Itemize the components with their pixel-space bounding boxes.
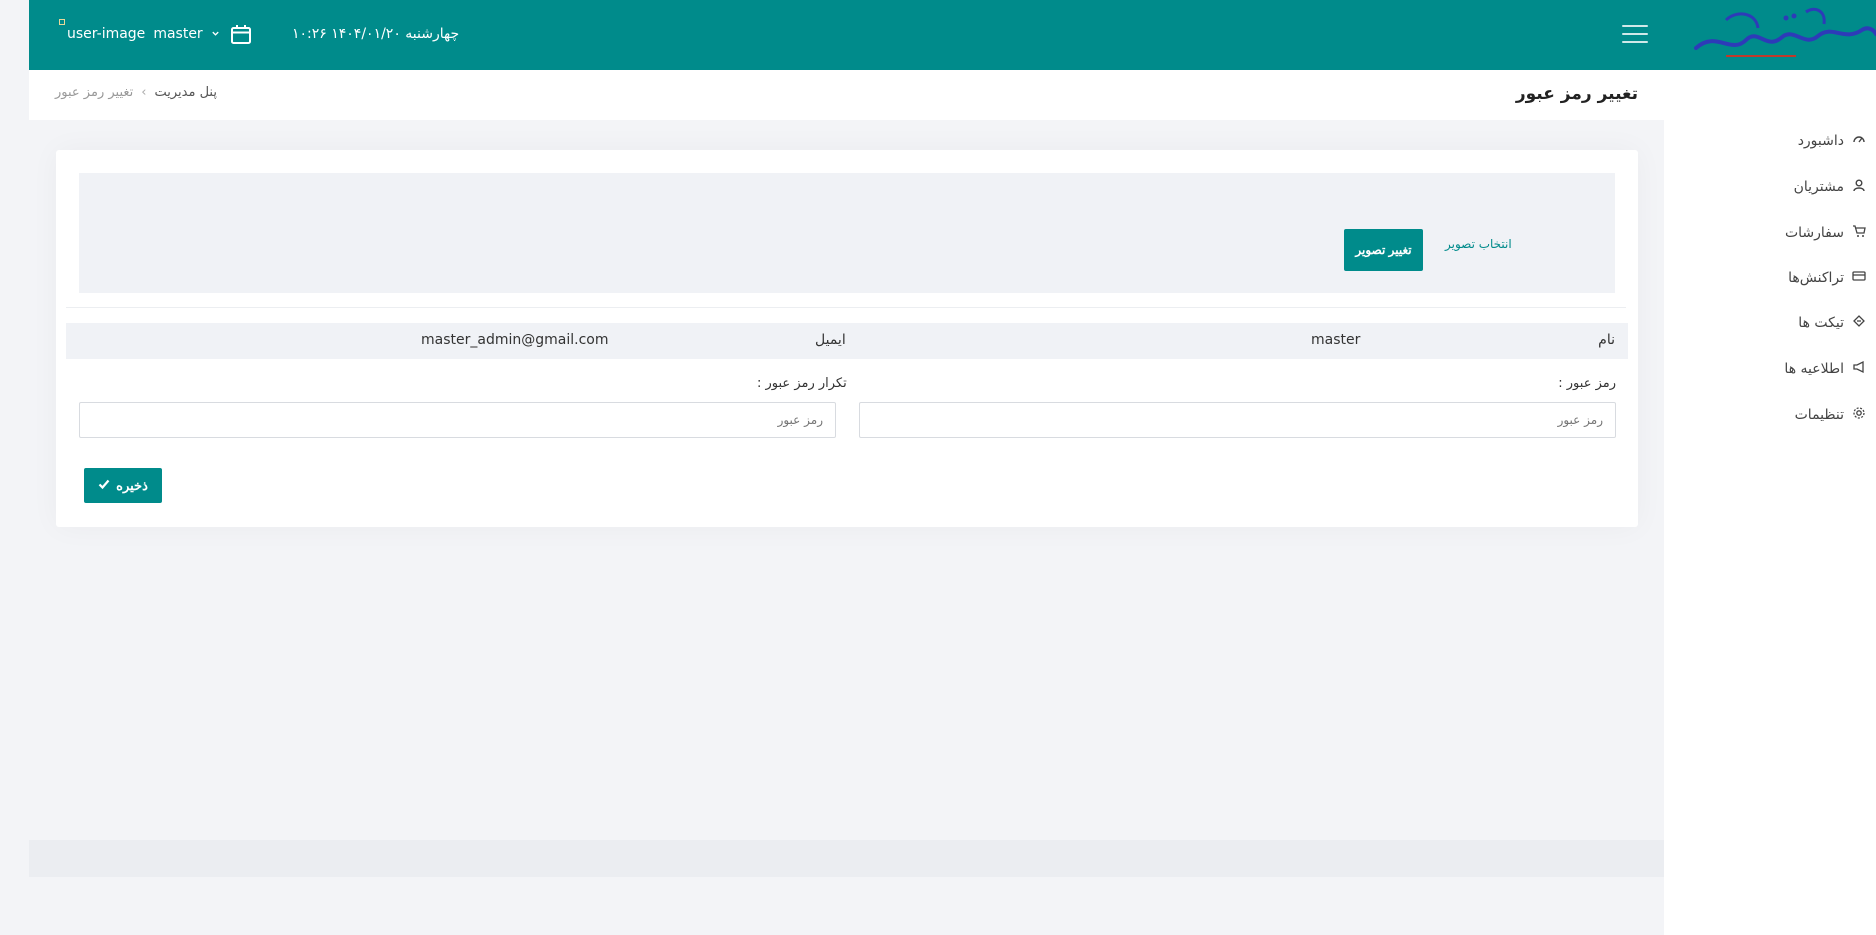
sidebar-item-announcements[interactable]: اطلاعیه ها	[1784, 360, 1866, 378]
sidebar-item-transactions[interactable]: تراکنش‌ها	[1788, 269, 1866, 287]
name-value: master	[1311, 332, 1361, 348]
chevron-down-icon	[211, 28, 220, 41]
breadcrumb-separator: ›	[141, 85, 147, 100]
sidebar-item-orders[interactable]: سفارشات	[1785, 224, 1866, 242]
sidebar-item-label: تراکنش‌ها	[1788, 270, 1844, 286]
email-value: master_admin@gmail.com	[421, 332, 609, 348]
user-icon	[1852, 178, 1866, 196]
user-image: user-image	[67, 26, 146, 42]
select-image-link[interactable]: انتخاب تصویر	[1445, 237, 1512, 251]
user-name: master	[153, 26, 203, 42]
cart-icon	[1852, 224, 1866, 242]
confirm-password-label: تکرار رمز عبور :	[757, 376, 847, 391]
top-bar: user-image master چهارشنبه ۱۴۰۴/۰۱/۲۰ ۱۰…	[29, 0, 1876, 70]
brand-logo	[1686, 0, 1876, 70]
password-label: رمز عبور :	[1558, 376, 1616, 391]
sidebar-item-settings[interactable]: تنظیمات	[1795, 406, 1866, 424]
sidebar-item-tickets[interactable]: تیکت ها	[1798, 314, 1866, 332]
confirm-password-input[interactable]	[79, 402, 836, 438]
breadcrumb: پنل مدیریت › تغییر رمز عبور	[55, 85, 217, 100]
broken-image-icon	[59, 10, 65, 25]
footer	[29, 840, 1664, 877]
current-datetime: چهارشنبه ۱۴۰۴/۰۱/۲۰ ۱۰:۲۶	[292, 26, 460, 42]
user-info-row: نام master ایمیل master_admin@gmail.com	[66, 323, 1628, 359]
check-icon	[98, 478, 110, 493]
page-header: پنل مدیریت › تغییر رمز عبور تغییر رمز عب…	[29, 70, 1664, 120]
sidebar-item-label: داشبورد	[1797, 133, 1844, 149]
sidebar-item-label: تیکت ها	[1798, 315, 1844, 331]
megaphone-icon	[1852, 360, 1866, 378]
email-label: ایمیل	[815, 332, 846, 348]
breadcrumb-root-link[interactable]: پنل مدیریت	[154, 85, 216, 100]
sidebar: داشبورد مشتریان سفارشات تراکنش‌ها تیکت ه…	[1664, 70, 1876, 935]
sidebar-item-label: مشتریان	[1793, 179, 1844, 195]
menu-toggle-icon[interactable]	[1622, 25, 1648, 45]
gear-icon	[1852, 406, 1866, 424]
save-button[interactable]: ذخیره	[84, 468, 162, 503]
name-label: نام	[1598, 332, 1615, 348]
password-input[interactable]	[859, 402, 1616, 438]
ticket-icon	[1852, 314, 1866, 332]
credit-card-icon	[1852, 269, 1866, 287]
sidebar-item-dashboard[interactable]: داشبورد	[1798, 132, 1866, 150]
divider	[66, 307, 1626, 308]
gauge-icon	[1852, 132, 1866, 150]
sidebar-item-customers[interactable]: مشتریان	[1794, 178, 1866, 196]
sidebar-item-label: سفارشات	[1784, 225, 1844, 241]
user-menu[interactable]: user-image master	[67, 26, 220, 42]
sidebar-item-label: تنظیمات	[1794, 407, 1844, 423]
page-title: تغییر رمز عبور	[1515, 84, 1638, 104]
calendar-icon	[230, 24, 252, 45]
breadcrumb-current: تغییر رمز عبور	[55, 85, 134, 100]
change-password-card: تغییر تصویر انتخاب تصویر نام master ایمی…	[56, 150, 1638, 527]
change-image-button[interactable]: تغییر تصویر	[1344, 229, 1423, 271]
save-button-label: ذخیره	[116, 477, 148, 493]
sidebar-item-label: اطلاعیه ها	[1784, 361, 1844, 377]
avatar-upload-area: تغییر تصویر انتخاب تصویر	[79, 173, 1615, 293]
